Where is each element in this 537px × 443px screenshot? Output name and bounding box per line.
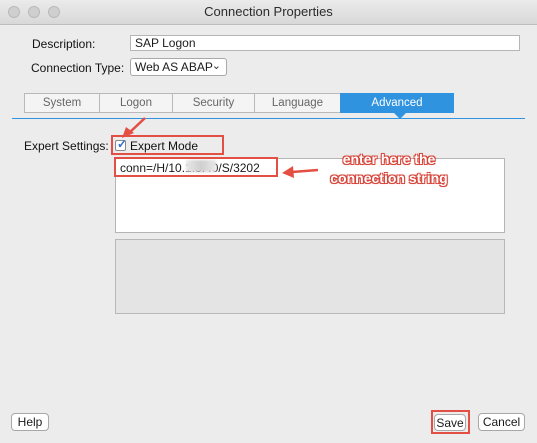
annotation-callout: enter here the connection string (330, 151, 448, 186)
help-button[interactable]: Help (11, 413, 49, 431)
arrow-head-icon (282, 166, 294, 178)
arrow-to-checkbox (128, 117, 146, 134)
arrow-to-connection-string (291, 168, 319, 174)
connection-properties-window: Connection Properties Description: SAP L… (0, 0, 537, 443)
save-button-highlight (431, 410, 470, 434)
annotation-overlay (122, 117, 319, 178)
cancel-button[interactable]: Cancel (478, 413, 525, 431)
